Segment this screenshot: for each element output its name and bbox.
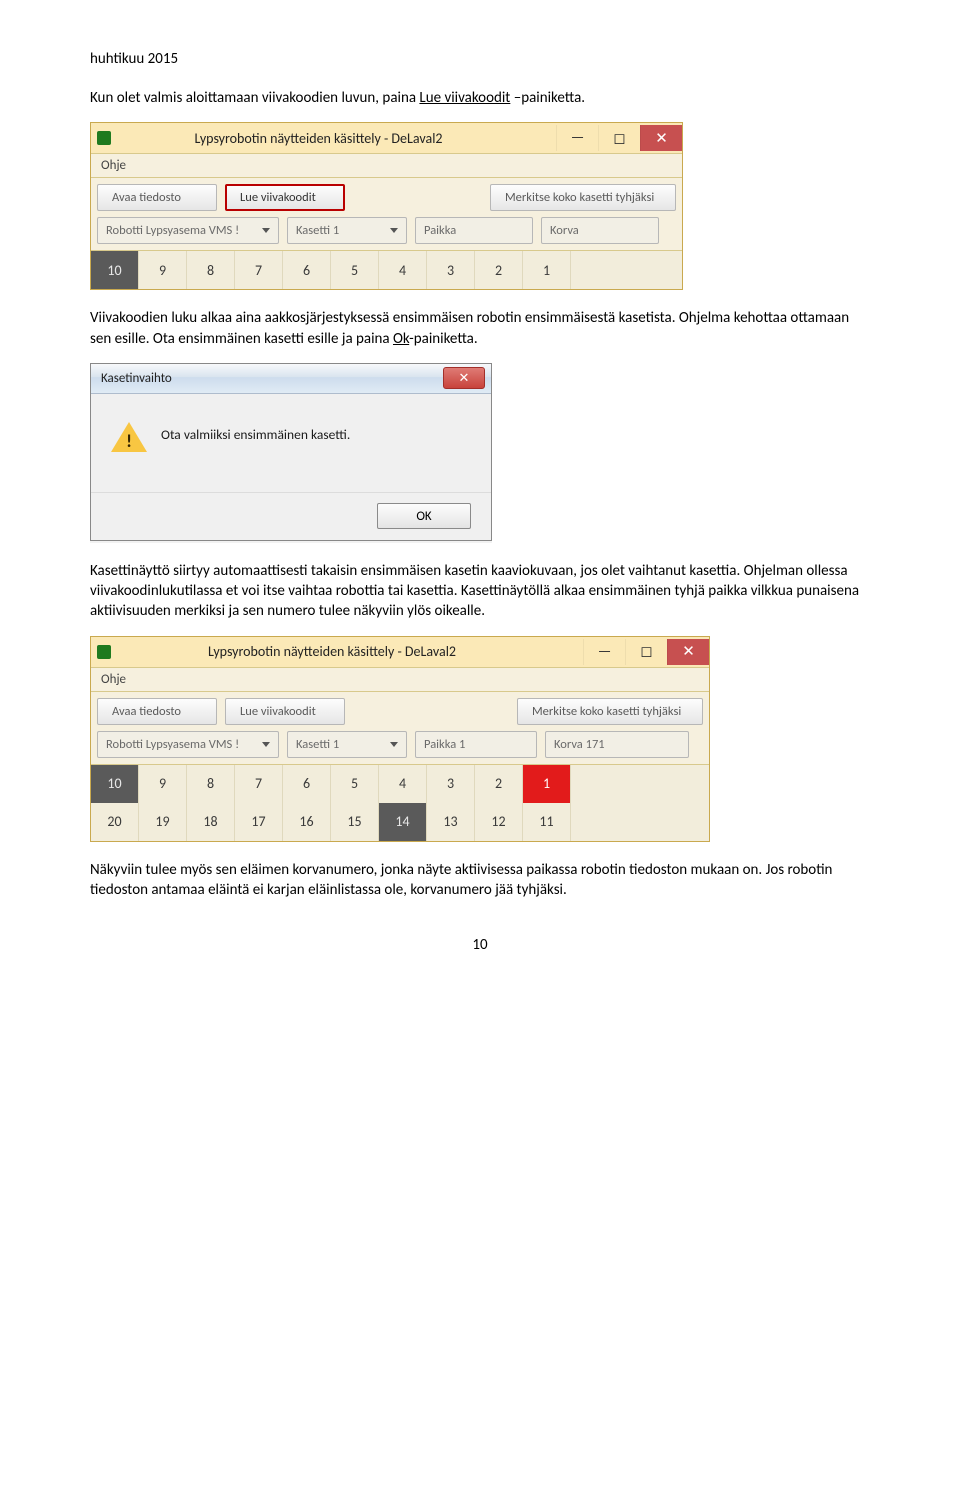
- open-file-button[interactable]: Avaa tiedosto: [97, 698, 217, 725]
- chevron-down-icon: [390, 228, 398, 233]
- ear-field: Korva 171: [545, 731, 689, 758]
- cassette-select[interactable]: Kasetti 1: [287, 217, 407, 244]
- slot-field: Paikka: [415, 217, 533, 244]
- dialog-close-button[interactable]: ✕: [443, 367, 485, 389]
- para1-text-b: –painiketta.: [510, 89, 585, 107]
- slot-cell[interactable]: 7: [235, 251, 283, 289]
- chevron-down-icon: [262, 228, 270, 233]
- slot-cell[interactable]: 10: [91, 765, 139, 803]
- window-titlebar: Lypsyrobotin näytteiden käsittely - DeLa…: [91, 123, 682, 153]
- para1-text-a: Kun olet valmis aloittamaan viivakoodien…: [90, 89, 419, 107]
- slot-cell[interactable]: 4: [379, 251, 427, 289]
- slot-field: Paikka 1: [415, 731, 537, 758]
- warning-icon: [111, 422, 147, 452]
- mark-cassette-empty-button[interactable]: Merkitse koko kasetti tyhjäksi: [490, 184, 676, 211]
- app-icon: [97, 131, 111, 145]
- cassette-change-dialog: Kasetinvaihto ✕ Ota valmiiksi ensimmäine…: [90, 363, 492, 541]
- slot-cell[interactable]: 3: [427, 251, 475, 289]
- menu-ohje[interactable]: Ohje: [91, 153, 682, 178]
- cassette-select-value: Kasetti 1: [296, 737, 339, 752]
- slot-cell[interactable]: 14: [379, 803, 427, 841]
- read-barcodes-button[interactable]: Lue viivakoodit: [225, 698, 345, 725]
- slot-cell[interactable]: 19: [139, 803, 187, 841]
- slot-cell[interactable]: 2: [475, 251, 523, 289]
- dialog-message: Ota valmiiksi ensimmäinen kasetti.: [161, 420, 350, 443]
- minimize-button[interactable]: —: [583, 639, 625, 665]
- slot-cell[interactable]: 8: [187, 765, 235, 803]
- cassette-row-bottom: 20 19 18 17 16 15 14 13 12 11: [91, 803, 709, 841]
- robot-select[interactable]: Robotti Lypsyasema VMS !: [97, 731, 279, 758]
- window-title: Lypsyrobotin näytteiden käsittely - DeLa…: [121, 643, 583, 660]
- slot-cell[interactable]: 9: [139, 251, 187, 289]
- menu-ohje[interactable]: Ohje: [91, 667, 709, 692]
- slot-cell[interactable]: 2: [475, 765, 523, 803]
- slot-cell[interactable]: 7: [235, 765, 283, 803]
- slot-cell[interactable]: 15: [331, 803, 379, 841]
- slot-cell[interactable]: 5: [331, 251, 379, 289]
- read-barcodes-button[interactable]: Lue viivakoodit: [225, 184, 345, 211]
- page-number: 10: [90, 936, 870, 954]
- slot-cell[interactable]: 9: [139, 765, 187, 803]
- window-titlebar: Lypsyrobotin näytteiden käsittely - DeLa…: [91, 637, 709, 667]
- paragraph-3: Kasettinäyttö siirtyy automaattisesti ta…: [90, 561, 870, 622]
- doc-date: huhtikuu 2015: [90, 50, 870, 68]
- dialog-ok-button[interactable]: OK: [377, 503, 471, 529]
- minimize-button[interactable]: —: [556, 125, 598, 151]
- slot-cell[interactable]: 6: [283, 251, 331, 289]
- app-window-screenshot-2: Lypsyrobotin näytteiden käsittely - DeLa…: [90, 636, 710, 842]
- maximize-button[interactable]: ◻: [625, 639, 667, 665]
- slot-cell[interactable]: 12: [475, 803, 523, 841]
- robot-select-value: Robotti Lypsyasema VMS !: [106, 223, 239, 238]
- slot-cell[interactable]: 8: [187, 251, 235, 289]
- cassette-row: 10 9 8 7 6 5 4 3 2 1: [91, 250, 682, 289]
- close-button[interactable]: ✕: [667, 639, 709, 665]
- open-file-button[interactable]: Avaa tiedosto: [97, 184, 217, 211]
- mark-cassette-empty-button[interactable]: Merkitse koko kasetti tyhjäksi: [517, 698, 703, 725]
- slot-cell[interactable]: 3: [427, 765, 475, 803]
- slot-cell[interactable]: 20: [91, 803, 139, 841]
- slot-cell[interactable]: 10: [91, 251, 139, 289]
- close-button[interactable]: ✕: [640, 125, 682, 151]
- slot-cell[interactable]: 6: [283, 765, 331, 803]
- slot-cell[interactable]: 11: [523, 803, 571, 841]
- para1-link: Lue viivakoodit: [419, 89, 510, 107]
- chevron-down-icon: [262, 742, 270, 747]
- slot-cell[interactable]: 4: [379, 765, 427, 803]
- app-window-screenshot-1: Lypsyrobotin näytteiden käsittely - DeLa…: [90, 122, 683, 290]
- robot-select[interactable]: Robotti Lypsyasema VMS !: [97, 217, 279, 244]
- slot-cell[interactable]: 16: [283, 803, 331, 841]
- dialog-title: Kasetinvaihto: [97, 371, 443, 386]
- ear-field: Korva: [541, 217, 659, 244]
- maximize-button[interactable]: ◻: [598, 125, 640, 151]
- window-title: Lypsyrobotin näytteiden käsittely - DeLa…: [121, 130, 556, 147]
- paragraph-2: Viivakoodien luku alkaa aina aakkosjärje…: [90, 308, 870, 349]
- dialog-titlebar: Kasetinvaihto ✕: [91, 364, 491, 394]
- para2-ok: Ok: [393, 330, 409, 348]
- slot-cell[interactable]: 17: [235, 803, 283, 841]
- robot-select-value: Robotti Lypsyasema VMS !: [106, 737, 239, 752]
- chevron-down-icon: [390, 742, 398, 747]
- para2-text-b: -painiketta.: [409, 330, 477, 348]
- slot-cell[interactable]: 13: [427, 803, 475, 841]
- cassette-row-top: 10 9 8 7 6 5 4 3 2 1: [91, 764, 709, 803]
- cassette-select-value: Kasetti 1: [296, 223, 339, 238]
- slot-cell[interactable]: 1: [523, 251, 571, 289]
- paragraph-4: Näkyviin tulee myös sen eläimen korvanum…: [90, 860, 870, 901]
- slot-cell[interactable]: 18: [187, 803, 235, 841]
- cassette-select[interactable]: Kasetti 1: [287, 731, 407, 758]
- app-icon: [97, 645, 111, 659]
- paragraph-1: Kun olet valmis aloittamaan viivakoodien…: [90, 88, 870, 108]
- slot-cell-active[interactable]: 1: [523, 765, 571, 803]
- slot-cell[interactable]: 5: [331, 765, 379, 803]
